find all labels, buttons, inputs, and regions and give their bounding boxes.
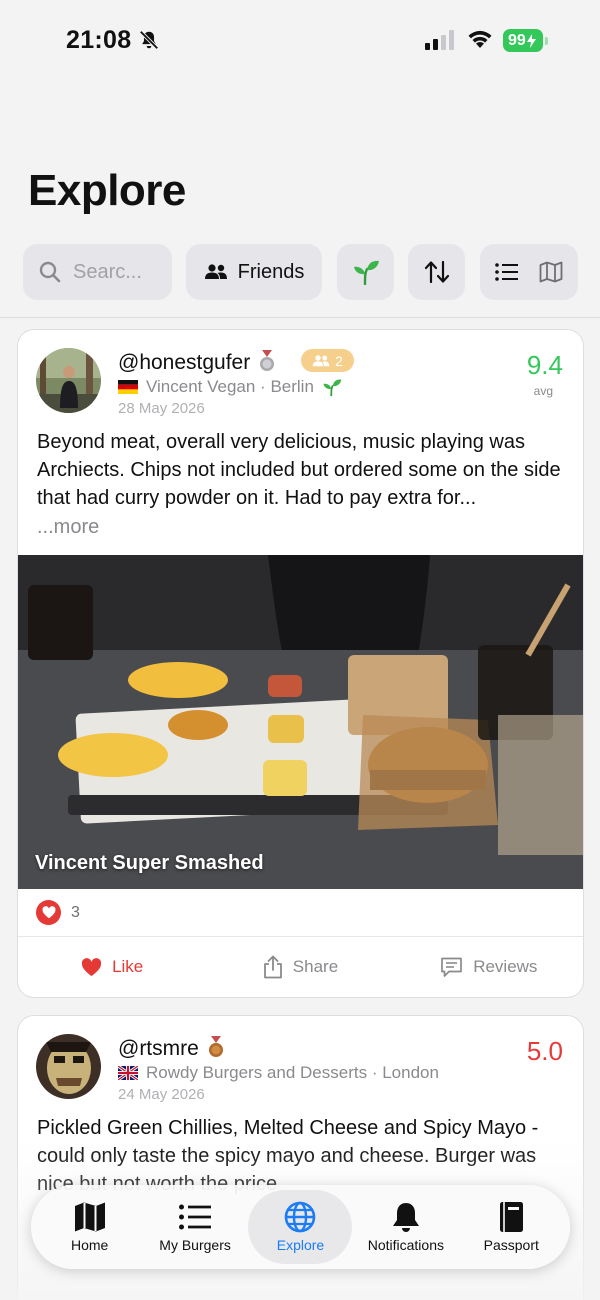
tab-explore[interactable]: Explore: [248, 1190, 353, 1264]
share-icon: [263, 955, 282, 979]
username-text: @rtsmre: [118, 1037, 199, 1060]
tab-label: My Burgers: [159, 1237, 231, 1253]
tab-notifications[interactable]: Notifications: [354, 1190, 458, 1264]
tab-label: Passport: [483, 1237, 539, 1253]
tab-label: Home: [71, 1237, 109, 1253]
card-actions: Like Share Reviews: [18, 937, 583, 997]
share-button[interactable]: Share: [206, 955, 394, 979]
friends-filter-label: Friends: [237, 260, 305, 283]
heart-icon: [81, 957, 102, 976]
sort-button[interactable]: [408, 244, 465, 300]
reviews-label: Reviews: [473, 957, 538, 976]
avatar[interactable]: [36, 1034, 101, 1099]
tab-bar: Home My Burgers Explore Notifications Pa…: [31, 1185, 570, 1269]
bell-slash-icon: [139, 30, 159, 50]
search-input[interactable]: Searc...: [23, 244, 172, 300]
people-icon: [312, 354, 330, 366]
uk-flag-icon: [118, 1066, 138, 1080]
people-icon: [204, 264, 227, 279]
tab-label: Explore: [276, 1237, 325, 1253]
username[interactable]: @honestgufer: [118, 350, 276, 375]
photo-caption: Vincent Super Smashed: [35, 852, 264, 874]
list-view-icon[interactable]: [495, 263, 519, 281]
header-divider: [0, 317, 600, 318]
sprout-icon: [353, 260, 379, 285]
charging-bolt-icon: [526, 33, 536, 48]
group-count: 2: [335, 352, 343, 369]
filter-bar: Searc... Friends: [0, 244, 600, 304]
tab-home[interactable]: Home: [38, 1190, 142, 1264]
germany-flag-icon: [118, 380, 138, 394]
reviews-button[interactable]: Reviews: [395, 957, 583, 978]
score-label: avg: [533, 384, 553, 398]
bronze-medal-icon: [208, 1036, 223, 1057]
search-placeholder: Searc...: [73, 260, 142, 283]
page-title: Explore: [28, 166, 186, 215]
restaurant-name: Vincent Vegan · Berlin: [146, 377, 314, 396]
battery-level: 99: [508, 32, 526, 49]
status-bar: 21:08 99: [0, 0, 600, 80]
bell-icon: [392, 1203, 419, 1232]
sort-arrows-icon: [424, 260, 449, 284]
username-text: @honestgufer: [118, 351, 251, 374]
comment-icon: [441, 957, 463, 977]
score: 5.0: [526, 1036, 563, 1066]
tab-label: Notifications: [367, 1237, 444, 1253]
silver-medal-icon: [260, 350, 275, 371]
restaurant-location[interactable]: Vincent Vegan · Berlin: [118, 377, 342, 397]
more-link[interactable]: ...more: [37, 516, 99, 539]
vegan-filter-button[interactable]: [337, 244, 394, 300]
heart-badge-icon: [36, 900, 61, 925]
tab-passport[interactable]: Passport: [459, 1190, 563, 1264]
score: 9.4: [526, 350, 563, 380]
book-icon: [500, 1202, 524, 1232]
share-label: Share: [292, 957, 339, 976]
review-card[interactable]: @honestgufer 2 Vincent Vegan · Berlin 28…: [18, 330, 583, 997]
restaurant-location[interactable]: Rowdy Burgers and Desserts · London: [118, 1063, 439, 1083]
battery-indicator: 99: [503, 29, 548, 52]
friends-filter-button[interactable]: Friends: [186, 244, 322, 300]
like-label: Like: [112, 957, 144, 976]
wifi-icon: [468, 30, 492, 48]
likes-summary[interactable]: 3: [36, 900, 80, 925]
globe-icon: [285, 1201, 316, 1233]
signal-icon: [425, 30, 454, 50]
tab-my-burgers[interactable]: My Burgers: [143, 1190, 247, 1264]
avatar[interactable]: [36, 348, 101, 413]
search-icon: [39, 261, 61, 283]
review-date: 28 May 2026: [118, 400, 205, 417]
status-time: 21:08: [66, 26, 132, 54]
username[interactable]: @rtsmre: [118, 1036, 225, 1061]
like-count: 3: [71, 903, 80, 921]
map-icon: [74, 1202, 105, 1232]
view-mode-toggle: [480, 244, 578, 300]
review-text: Beyond meat, overall very delicious, mus…: [37, 431, 561, 509]
group-count-badge: 2: [301, 349, 354, 372]
restaurant-name: Rowdy Burgers and Desserts · London: [146, 1063, 439, 1082]
review-photo[interactable]: Vincent Super Smashed: [18, 555, 583, 889]
map-view-icon[interactable]: [539, 261, 563, 283]
sprout-icon: [323, 379, 342, 396]
like-button[interactable]: Like: [18, 957, 206, 977]
list-icon: [179, 1204, 212, 1230]
review-date: 24 May 2026: [118, 1086, 205, 1103]
